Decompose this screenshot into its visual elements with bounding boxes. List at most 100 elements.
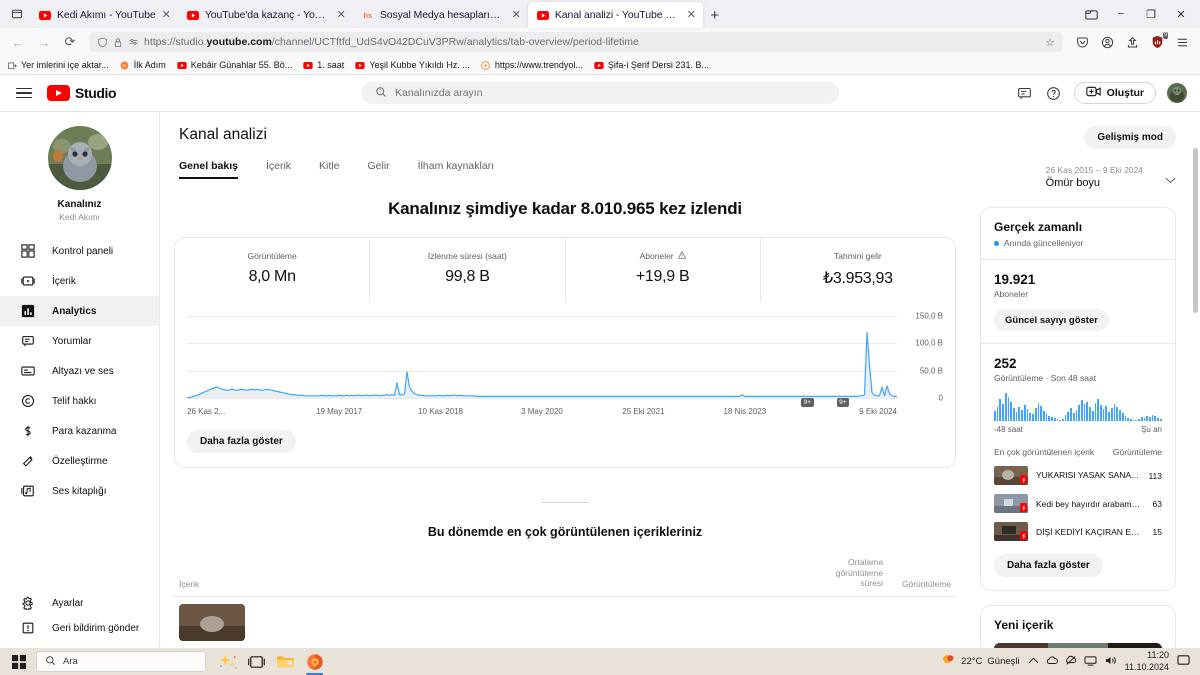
show-current-count-button[interactable]: Güncel sayıyı göster: [994, 309, 1109, 331]
share-icon[interactable]: [1120, 30, 1144, 54]
stat-card-views[interactable]: Görüntüleme 8,0 Mn: [175, 238, 369, 302]
tab-ilham-kaynaklari[interactable]: İlham kaynakları: [418, 160, 494, 179]
forward-icon[interactable]: →: [32, 30, 56, 54]
bookmark-item-6[interactable]: Şifa-i Şerif Dersi 231. B...: [594, 60, 709, 70]
table-row[interactable]: [174, 597, 956, 641]
workspaces-icon[interactable]: [1076, 1, 1106, 27]
close-icon[interactable]: ✕: [337, 9, 346, 21]
video-thumbnail[interactable]: [994, 494, 1028, 513]
copilot-icon[interactable]: [214, 650, 241, 673]
channel-block[interactable]: Kanalınız Kedi Akımı: [0, 126, 159, 236]
close-icon[interactable]: ✕: [162, 9, 171, 21]
chevron-up-icon[interactable]: [1028, 656, 1039, 667]
clock-date: 11.10.2024: [1124, 661, 1169, 672]
close-icon[interactable]: ✕: [512, 9, 521, 21]
notifications-icon[interactable]: [1177, 654, 1190, 669]
volume-icon[interactable]: [1104, 655, 1117, 669]
views-line-chart[interactable]: 9+ 9+: [187, 316, 897, 407]
bookmark-item-5[interactable]: https://www.trendyol...: [481, 60, 583, 70]
chart-badge-1[interactable]: 9+: [836, 398, 850, 407]
bookmark-item-4[interactable]: Yeşil Kubbe Yıkıldı Hz. ...: [355, 60, 470, 70]
sidebar-item-subtitles[interactable]: Altyazı ve ses: [0, 356, 159, 386]
video-thumbnail[interactable]: [179, 603, 245, 641]
scrollbar-thumb[interactable]: [1193, 148, 1198, 313]
browser-tab-0[interactable]: Kedi Akımı - YouTube ✕: [30, 2, 178, 28]
feedback-icon[interactable]: [1016, 84, 1034, 102]
taskbar-search-input[interactable]: Ara: [36, 651, 206, 672]
sidebar-item-feedback[interactable]: Geri bildirim gönder: [0, 618, 159, 648]
video-thumbnail[interactable]: [994, 466, 1028, 485]
no-internet-icon[interactable]: [1065, 655, 1077, 669]
tab-icerik[interactable]: İçerik: [266, 160, 291, 179]
new-tab-button[interactable]: +: [703, 3, 727, 27]
list-item[interactable]: YUKARISI YASAK SANA 😂... 113: [994, 466, 1162, 485]
channel-avatar[interactable]: [47, 126, 112, 190]
browser-tab-3[interactable]: Kanal analizi - YouTube Studio ✕: [527, 2, 703, 28]
tab-genel-bakis[interactable]: Genel bakış: [179, 160, 238, 179]
maximize-button[interactable]: ❐: [1136, 1, 1166, 27]
youtube-studio-logo[interactable]: Studio: [47, 85, 117, 101]
close-window-button[interactable]: ✕: [1166, 1, 1196, 27]
app-menu-icon[interactable]: [1170, 30, 1194, 54]
create-button[interactable]: Oluştur: [1073, 82, 1156, 104]
sidebar-item-comments[interactable]: Yorumlar: [0, 326, 159, 356]
search-input[interactable]: Kanalınızda arayın: [361, 82, 839, 104]
network-icon[interactable]: [1084, 655, 1097, 669]
taskbar-search-placeholder: Ara: [63, 656, 78, 667]
avatar[interactable]: [1167, 83, 1187, 103]
file-explorer-icon[interactable]: [272, 650, 299, 673]
hamburger-menu-icon[interactable]: [13, 82, 35, 104]
stat-card-subscribers[interactable]: Aboneler +19,9 B: [564, 238, 760, 302]
chart-badge-0[interactable]: 9+: [801, 398, 814, 407]
chevron-down-icon[interactable]: [1165, 176, 1176, 189]
sidebar-item-label: Para kazanma: [52, 425, 117, 437]
bookmark-star-icon[interactable]: ☆: [1045, 36, 1055, 49]
pocket-icon[interactable]: [1070, 30, 1094, 54]
stat-card-watchtime[interactable]: İzlenme süresi (saat) 99,8 B: [369, 238, 564, 302]
address-bar[interactable]: https://studio.youtube.com/channel/UCTft…: [89, 32, 1063, 52]
bookmark-item-0[interactable]: Yer imlerini içe aktar...: [7, 60, 109, 70]
bookmark-item-3[interactable]: 1. saat: [303, 60, 344, 70]
list-item[interactable]: Kedi bey hayırdır arabama el... 63: [994, 494, 1162, 513]
list-item[interactable]: DİŞİ KEDİYİ KAÇIRAN EŞKİY... 15: [994, 522, 1162, 541]
tab-gelir[interactable]: Gelir: [367, 160, 389, 179]
help-icon[interactable]: [1045, 84, 1063, 102]
sidebar-item-customization[interactable]: Özelleştirme: [0, 446, 159, 476]
link-icon: [481, 60, 491, 70]
taskbar-clock[interactable]: 11:20 11.10.2024: [1125, 650, 1169, 673]
gear-icon: [20, 595, 36, 611]
sidebar-item-audio-library[interactable]: Ses kitaplığı: [0, 476, 159, 506]
firefox-icon[interactable]: [301, 650, 328, 675]
minimize-button[interactable]: −: [1106, 1, 1136, 27]
weather-widget[interactable]: 22°C Güneşli: [942, 653, 1020, 670]
sidebar-item-settings[interactable]: Ayarlar: [0, 588, 159, 618]
advanced-mode-button[interactable]: Gelişmiş mod: [1084, 126, 1176, 149]
onedrive-icon[interactable]: [1046, 655, 1058, 669]
sidebar-item-monetization[interactable]: Para kazanma: [0, 416, 159, 446]
tab-list-button[interactable]: [4, 1, 30, 27]
sidebar-item-label: Yorumlar: [52, 335, 92, 347]
reload-icon[interactable]: ⟳: [58, 30, 82, 54]
browser-tab-1[interactable]: YouTube'da kazanç - YouTube S ✕: [178, 2, 353, 28]
show-more-button[interactable]: Daha fazla göster: [187, 430, 296, 453]
close-icon[interactable]: ✕: [687, 9, 696, 21]
date-range-selector[interactable]: 26 Kas 2015 – 9 Eki 2024 Ömür boyu: [1046, 165, 1176, 189]
sidebar-item-copyright[interactable]: Telif hakkı: [0, 386, 159, 416]
account-icon[interactable]: [1095, 30, 1119, 54]
sidebar-item-analytics[interactable]: Analytics: [0, 296, 159, 326]
browser-tab-2[interactable]: hs Sosyal Medya hesaplarını hemen ✕: [353, 2, 528, 28]
bookmark-item-1[interactable]: İlk Adım: [120, 60, 166, 70]
back-icon[interactable]: ←: [6, 30, 30, 54]
realtime-sparkline-chart[interactable]: [994, 393, 1162, 421]
sidebar-item-content[interactable]: İçerik: [0, 266, 159, 296]
start-button[interactable]: [6, 650, 32, 673]
extension-icon[interactable]: 9: [1145, 30, 1169, 54]
task-view-icon[interactable]: [243, 650, 270, 673]
video-thumbnail[interactable]: [994, 522, 1028, 541]
stat-card-revenue[interactable]: Tahmini gelir ₺3.953,93: [759, 238, 955, 302]
bookmark-item-2[interactable]: Kebâir Günahlar 55. Bö...: [177, 60, 292, 70]
realtime-show-more-button[interactable]: Daha fazla göster: [994, 554, 1103, 577]
sidebar-item-dashboard[interactable]: Kontrol paneli: [0, 236, 159, 266]
tab-kitle[interactable]: Kitle: [319, 160, 339, 179]
page-scrollbar[interactable]: [1192, 112, 1199, 648]
